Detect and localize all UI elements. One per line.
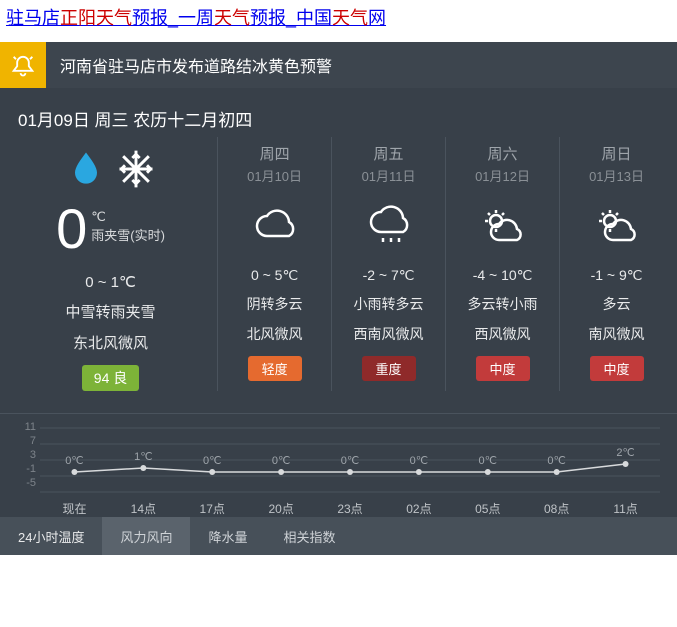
page-title-link[interactable]: 驻马店正阳天气预报_一周天气预报_中国天气网 xyxy=(0,0,677,34)
day-column-0[interactable]: 周四 01月10日 0 ~ 5℃ 阴转多云北风微风轻度 xyxy=(217,137,331,391)
pollution-badge: 重度 xyxy=(362,356,416,381)
raindrop-icon xyxy=(64,147,108,191)
svg-text:0℃: 0℃ xyxy=(547,455,565,467)
today-dateline: 01月09日 周三 农历十二月初四 xyxy=(4,106,673,137)
alert-bar[interactable]: 河南省驻马店市发布道路结冰黄色预警 xyxy=(0,42,677,88)
x-tick: 08点 xyxy=(522,500,591,517)
svg-text:0℃: 0℃ xyxy=(65,455,83,467)
day-column-1[interactable]: 周五 01月11日 -2 ~ 7℃ 小雨转多云西南风微风重度 xyxy=(331,137,445,391)
day-date: 01月10日 xyxy=(218,166,331,185)
day-name: 周六 xyxy=(446,143,559,164)
day-range: -4 ~ 10℃ xyxy=(446,267,559,284)
x-tick: 17点 xyxy=(178,500,247,517)
weather-icon xyxy=(446,195,559,261)
svg-text:1℃: 1℃ xyxy=(134,451,152,463)
today-temp: 0 xyxy=(56,201,87,257)
day-name: 周五 xyxy=(332,143,445,164)
hourly-chart: 1173-1-5 0℃1℃0℃0℃0℃0℃0℃0℃2℃ 现在14点17点20点2… xyxy=(0,413,677,517)
t2: 正阳天气 xyxy=(60,8,132,28)
tabs-label: 24小时温度 xyxy=(0,527,102,546)
x-tick: 现在 xyxy=(40,500,109,517)
pollution-badge: 中度 xyxy=(590,356,644,381)
t6: 天气 xyxy=(332,8,368,28)
day-range: 0 ~ 5℃ xyxy=(218,267,331,284)
t1: 驻马店 xyxy=(6,8,60,28)
tab-2[interactable]: 相关指数 xyxy=(266,517,354,555)
weather-widget: 河南省驻马店市发布道路结冰黄色预警 01月09日 周三 农历十二月初四 0 ℃ … xyxy=(0,42,677,555)
chart-tabs: 24小时温度 风力风向降水量相关指数 xyxy=(0,517,677,555)
svg-text:0℃: 0℃ xyxy=(272,455,290,467)
x-tick: 05点 xyxy=(453,500,522,517)
weather-icon xyxy=(332,195,445,261)
day-wind: 南风微风 xyxy=(560,324,673,344)
t4: 天气 xyxy=(214,8,250,28)
x-tick: 11点 xyxy=(591,500,660,517)
temp-unit: ℃ xyxy=(91,209,106,225)
day-range: -1 ~ 9℃ xyxy=(560,267,673,284)
day-wind: 北风微风 xyxy=(218,324,331,344)
t3: 预报_一周 xyxy=(132,8,214,28)
snowflake-icon xyxy=(114,147,158,191)
day-wind: 西南风微风 xyxy=(332,324,445,344)
today-wind: 东北风微风 xyxy=(4,332,217,353)
x-tick: 20点 xyxy=(247,500,316,517)
svg-text:0℃: 0℃ xyxy=(203,455,221,467)
svg-text:0℃: 0℃ xyxy=(410,455,428,467)
today-realtime: 雨夹雪(实时) xyxy=(91,225,165,244)
day-range: -2 ~ 7℃ xyxy=(332,267,445,284)
aqi-badge[interactable]: 94 良 xyxy=(82,365,139,391)
today-range: 0 ~ 1℃ xyxy=(4,273,217,291)
alert-text: 河南省驻马店市发布道路结冰黄色预警 xyxy=(46,53,332,77)
svg-text:0℃: 0℃ xyxy=(341,455,359,467)
day-date: 01月13日 xyxy=(560,166,673,185)
t5: 预报_中国 xyxy=(250,8,332,28)
tab-0[interactable]: 风力风向 xyxy=(102,517,190,555)
day-cond: 小雨转多云 xyxy=(332,294,445,314)
day-column-3[interactable]: 周日 01月13日 -1 ~ 9℃ 多云南风微风中度 xyxy=(559,137,673,391)
x-tick: 14点 xyxy=(109,500,178,517)
pollution-badge: 轻度 xyxy=(248,356,302,381)
t7: 网 xyxy=(368,8,386,28)
day-wind: 西风微风 xyxy=(446,324,559,344)
day-cond: 多云 xyxy=(560,294,673,314)
day-date: 01月11日 xyxy=(332,166,445,185)
day-name: 周日 xyxy=(560,143,673,164)
pollution-badge: 中度 xyxy=(476,356,530,381)
svg-text:0℃: 0℃ xyxy=(479,455,497,467)
tab-1[interactable]: 降水量 xyxy=(190,517,265,555)
svg-text:2℃: 2℃ xyxy=(616,447,634,459)
alert-icon xyxy=(0,42,46,88)
day-cond: 多云转小雨 xyxy=(446,294,559,314)
x-tick: 23点 xyxy=(316,500,385,517)
day-column-2[interactable]: 周六 01月12日 -4 ~ 10℃ 多云转小雨西风微风中度 xyxy=(445,137,559,391)
day-date: 01月12日 xyxy=(446,166,559,185)
weather-icon xyxy=(218,195,331,261)
today-cond: 中雪转雨夹雪 xyxy=(4,301,217,322)
weather-icon xyxy=(560,195,673,261)
day-cond: 阴转多云 xyxy=(218,294,331,314)
x-tick: 02点 xyxy=(384,500,453,517)
today-column: 0 ℃ 雨夹雪(实时) 0 ~ 1℃ 中雪转雨夹雪 东北风微风 94 良 xyxy=(4,137,217,391)
day-name: 周四 xyxy=(218,143,331,164)
